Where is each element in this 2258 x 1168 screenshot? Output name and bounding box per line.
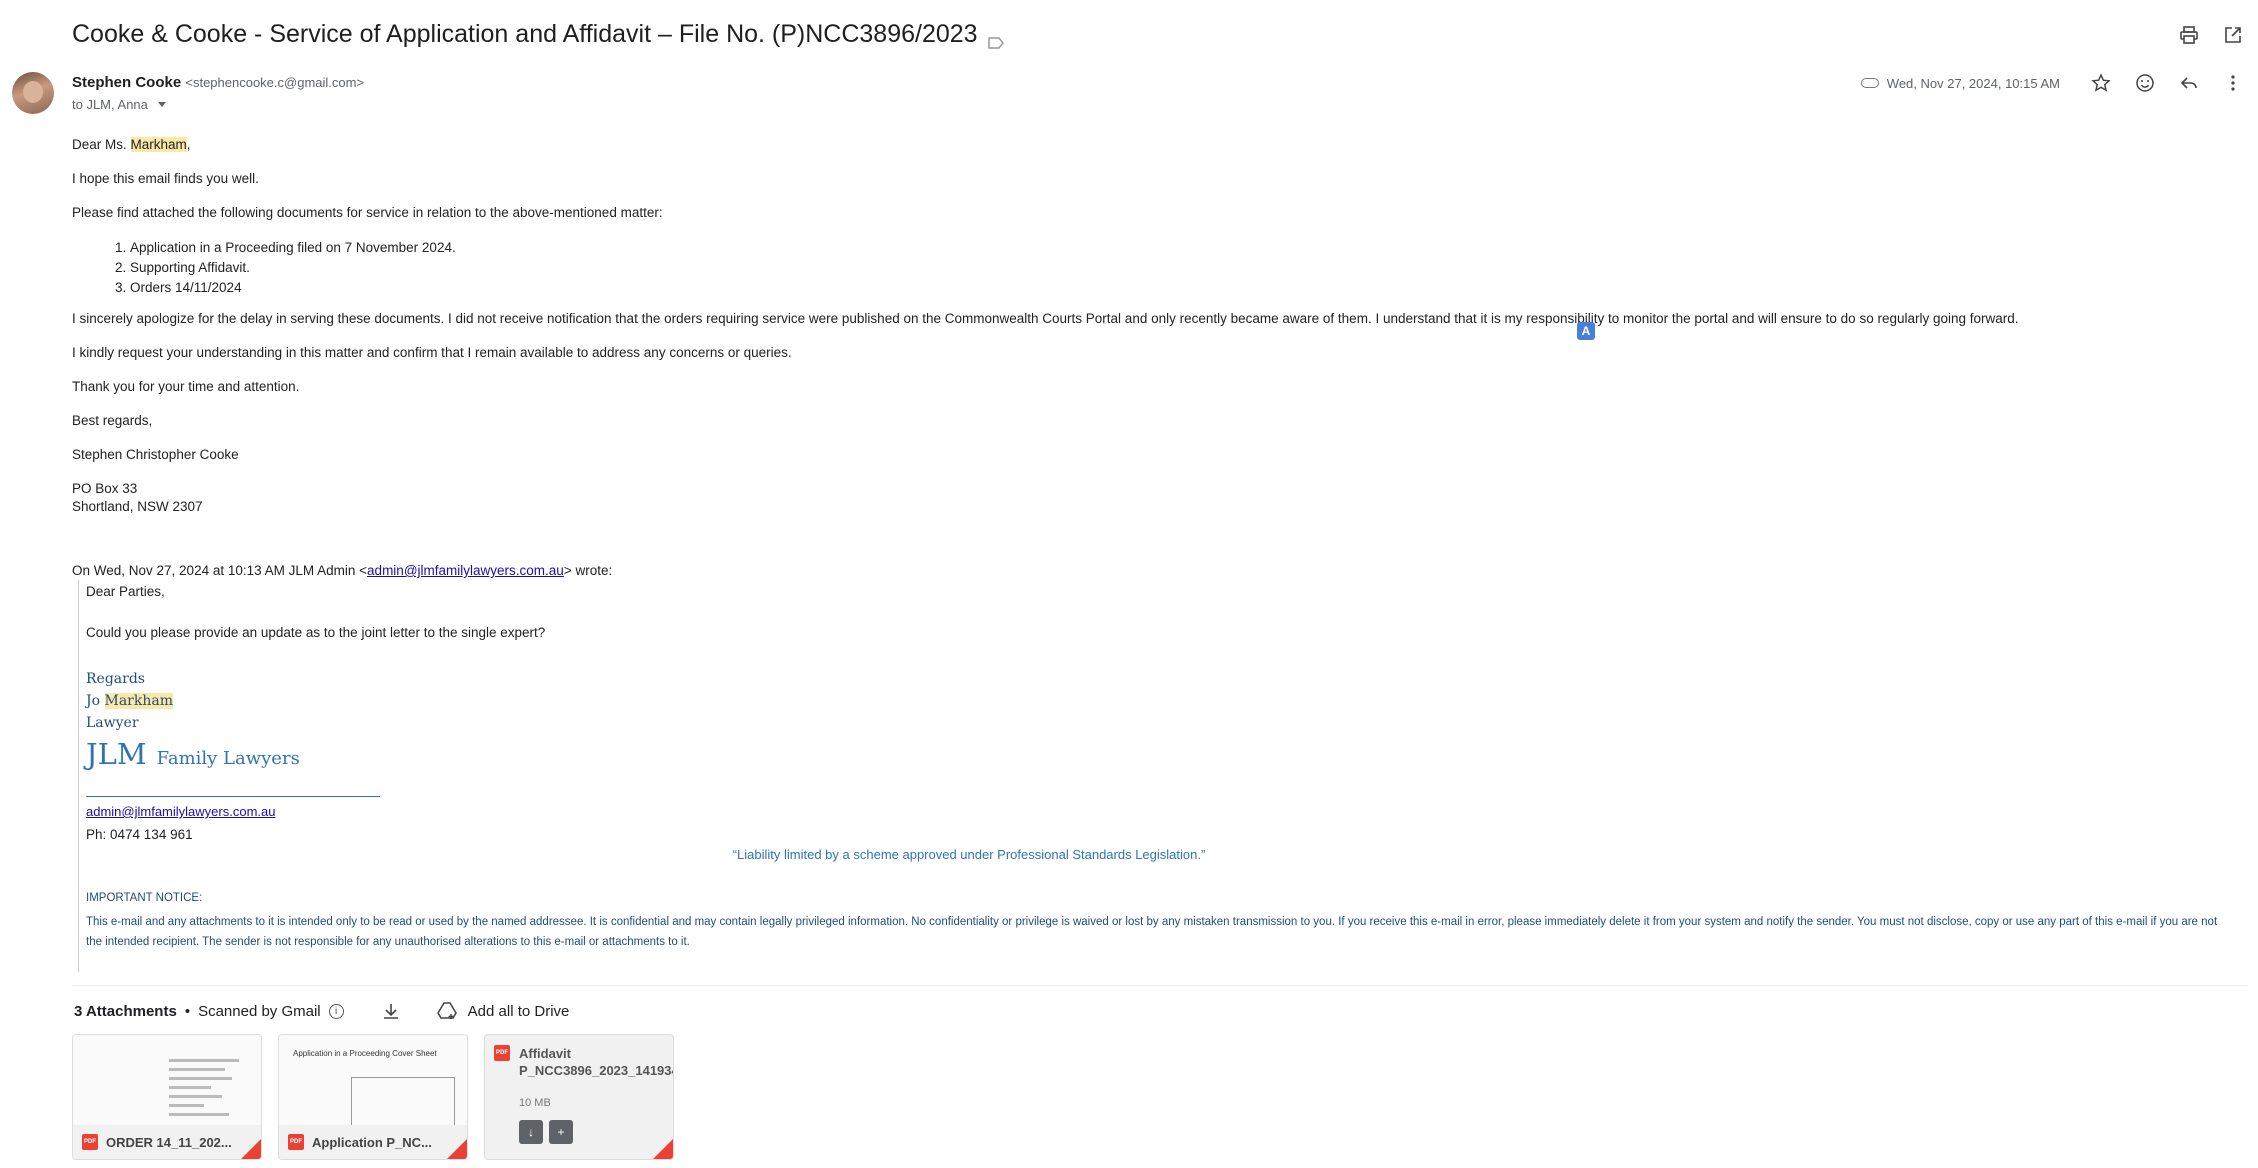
label-icon[interactable] — [987, 28, 1004, 49]
email-subject: Cooke & Cooke - Service of Application a… — [72, 20, 1004, 49]
message-meta: Wed, Nov 27, 2024, 10:15 AM — [1860, 72, 2244, 94]
sig-regards: Regards — [86, 671, 145, 687]
recipients-text: to JLM, Anna — [72, 97, 148, 112]
firm-logo: JLM Family Lawyers — [86, 737, 300, 771]
quoted-message: Dear Parties, Could you please provide a… — [78, 580, 2238, 972]
corner-fold-icon — [241, 1139, 261, 1159]
notice-title: IMPORTANT NOTICE: — [86, 892, 203, 904]
emoji-icon[interactable] — [2134, 72, 2156, 94]
logo-text-jlm: JLM — [86, 737, 147, 771]
quoted-greeting: Dear Parties, — [86, 584, 165, 599]
sig-first-name: Jo — [86, 693, 105, 709]
doc-preview-lines — [169, 1059, 239, 1122]
greeting-suffix: , — [186, 137, 191, 152]
attachment-actions: ↓ + — [519, 1120, 573, 1144]
list-item: Orders 14/11/2024 — [130, 278, 2232, 298]
sender-full-name: Stephen Christopher Cooke — [72, 447, 239, 462]
bullet: • — [184, 1002, 191, 1020]
drive-icon[interactable]: + — [549, 1120, 573, 1144]
quote-intro-email-link[interactable]: admin@jlmfamilylawyers.com.au — [367, 563, 564, 578]
translate-icon[interactable]: A — [1577, 322, 1595, 340]
reply-icon[interactable] — [2178, 72, 2200, 94]
notice-text: This e-mail and any attachments to it is… — [86, 916, 2218, 948]
doc-preview-title: Application in a Proceeding Cover Sheet — [293, 1049, 437, 1058]
document-list: Application in a Proceeding filed on 7 N… — [130, 238, 2232, 298]
attachment-card-affidavit[interactable]: PDF Affidavit P_NCC3896_2023_14193403.pd… — [484, 1034, 674, 1160]
pdf-icon: PDF — [288, 1134, 304, 1150]
attachment-name: Affidavit P_NCC3896_2023_14193403.pdf — [519, 1046, 673, 1078]
greeting-name: Markham — [130, 137, 187, 152]
pdf-icon: PDF — [82, 1134, 98, 1150]
top-actions — [2178, 24, 2244, 46]
attachment-count: 3 Attachments — [74, 1002, 177, 1020]
open-new-window-icon[interactable] — [2222, 24, 2244, 46]
greeting-prefix: Dear Ms. — [72, 137, 131, 152]
attachment-preview — [73, 1035, 261, 1125]
info-icon[interactable]: i — [328, 1003, 344, 1019]
paragraph-6: Best regards, — [72, 413, 153, 428]
subject-text: Cooke & Cooke - Service of Application a… — [72, 20, 978, 48]
recipients[interactable]: to JLM, Anna — [72, 97, 166, 112]
sig-role: Lawyer — [86, 715, 139, 731]
download-icon[interactable] — [380, 1000, 402, 1022]
email-body: Dear Ms. Markham, I hope this email find… — [72, 136, 2232, 516]
attachment-card-order[interactable]: PDF ORDER 14_11_202... — [72, 1034, 262, 1160]
paragraph-5: Thank you for your time and attention. — [72, 379, 300, 394]
paragraph-3: I sincerely apologize for the delay in s… — [72, 311, 2019, 326]
attachment-icon — [1860, 78, 1879, 88]
sig-last-name: Markham — [104, 693, 173, 709]
sender-line: Stephen Cooke <stephencooke.c@gmail.com> — [72, 74, 364, 91]
sig-phone: Ph: 0474 134 961 — [86, 827, 193, 842]
pdf-icon: PDF — [494, 1045, 510, 1061]
avatar[interactable] — [12, 72, 54, 114]
message-date: Wed, Nov 27, 2024, 10:15 AM — [1886, 75, 2060, 91]
sender-email: <stephencooke.c@gmail.com> — [185, 75, 365, 90]
address-line-2: Shortland, NSW 2307 — [72, 499, 203, 514]
attachment-footer: PDF Application P_NC... — [279, 1125, 467, 1159]
drive-icon — [436, 1000, 458, 1022]
download-icon[interactable]: ↓ — [519, 1120, 543, 1144]
quote-intro-suffix: > wrote: — [563, 563, 613, 578]
list-item: Application in a Proceeding filed on 7 N… — [130, 238, 2232, 258]
add-drive-label: Add all to Drive — [467, 1002, 570, 1020]
add-all-to-drive-button[interactable]: Add all to Drive — [436, 1000, 570, 1022]
sig-email: admin@jlmfamilylawyers.com.au — [86, 804, 275, 819]
logo-text-family-lawyers: Family Lawyers — [156, 748, 300, 769]
list-item: Supporting Affidavit. — [130, 258, 2232, 278]
attachment-preview: Application in a Proceeding Cover Sheet — [279, 1035, 467, 1135]
attachments-header: 3 Attachments • Scanned by Gmail i Add a… — [74, 1000, 569, 1022]
liability-statement: “Liability limited by a scheme approved … — [732, 847, 1206, 862]
address-line-1: PO Box 33 — [72, 481, 138, 496]
greeting: Dear Ms. Markham, — [72, 136, 2232, 154]
attachment-name: Application P_NC... — [312, 1134, 432, 1150]
paragraph-2: Please find attached the following docum… — [72, 205, 663, 220]
quote-intro-prefix: On Wed, Nov 27, 2024 at 10:13 AM JLM Adm… — [72, 563, 368, 578]
date-group: Wed, Nov 27, 2024, 10:15 AM — [1860, 75, 2060, 91]
attachment-card-application[interactable]: Application in a Proceeding Cover Sheet … — [278, 1034, 468, 1160]
star-icon[interactable] — [2090, 72, 2112, 94]
quote-intro: On Wed, Nov 27, 2024 at 10:13 AM JLM Adm… — [72, 563, 612, 578]
more-icon[interactable] — [2222, 72, 2244, 94]
paragraph-1: I hope this email finds you well. — [72, 171, 259, 186]
attachment-name: ORDER 14_11_202... — [106, 1134, 232, 1150]
scanned-label: Scanned by Gmail — [198, 1002, 321, 1020]
sig-name: Jo Markham — [86, 690, 173, 712]
quoted-question: Could you please provide an update as to… — [86, 625, 546, 640]
attachment-size: 10 MB — [519, 1097, 551, 1109]
corner-fold-icon — [653, 1139, 673, 1159]
sig-email-link[interactable]: admin@jlmfamilylawyers.com.au — [86, 804, 275, 819]
chevron-down-icon[interactable] — [157, 102, 166, 107]
signature: Regards Jo Markham Lawyer — [86, 668, 173, 734]
divider — [72, 985, 2248, 986]
sender-name[interactable]: Stephen Cooke — [72, 74, 181, 91]
print-icon[interactable] — [2178, 24, 2200, 46]
paragraph-4: I kindly request your understanding in t… — [72, 345, 792, 360]
doc-preview: Application in a Proceeding Cover Sheet — [293, 1049, 455, 1135]
attachment-cards: PDF ORDER 14_11_202... Application in a … — [72, 1034, 674, 1160]
logo-divider — [86, 796, 380, 797]
corner-fold-icon — [447, 1139, 467, 1159]
attachment-footer: PDF ORDER 14_11_202... — [73, 1125, 261, 1159]
